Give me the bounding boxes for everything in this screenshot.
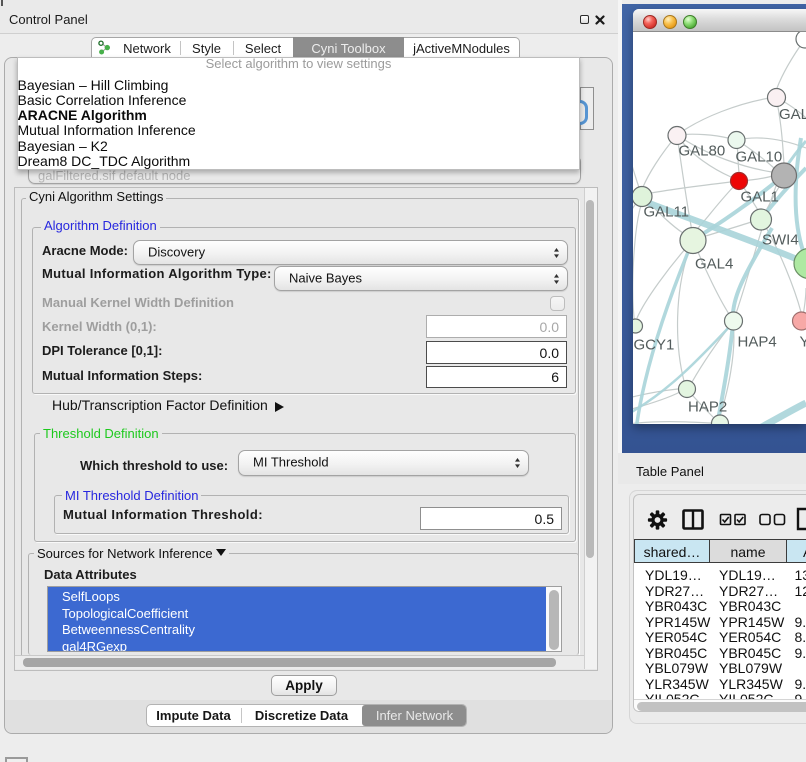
svg-text:GCY1: GCY1 [634,337,675,354]
svg-text:GAL1: GAL1 [741,189,779,206]
svg-text:Y: Y [800,334,806,351]
svg-text:GAL2: GAL2 [779,106,806,123]
svg-text:GAL4: GAL4 [695,256,733,273]
svg-text:SWI4: SWI4 [762,232,799,249]
svg-text:GAL11: GAL11 [644,204,690,221]
svg-text:HAP2: HAP2 [688,399,727,416]
svg-text:HAP4: HAP4 [738,334,777,351]
svg-text:GAL80: GAL80 [679,143,726,160]
svg-text:GAL10: GAL10 [736,149,783,166]
